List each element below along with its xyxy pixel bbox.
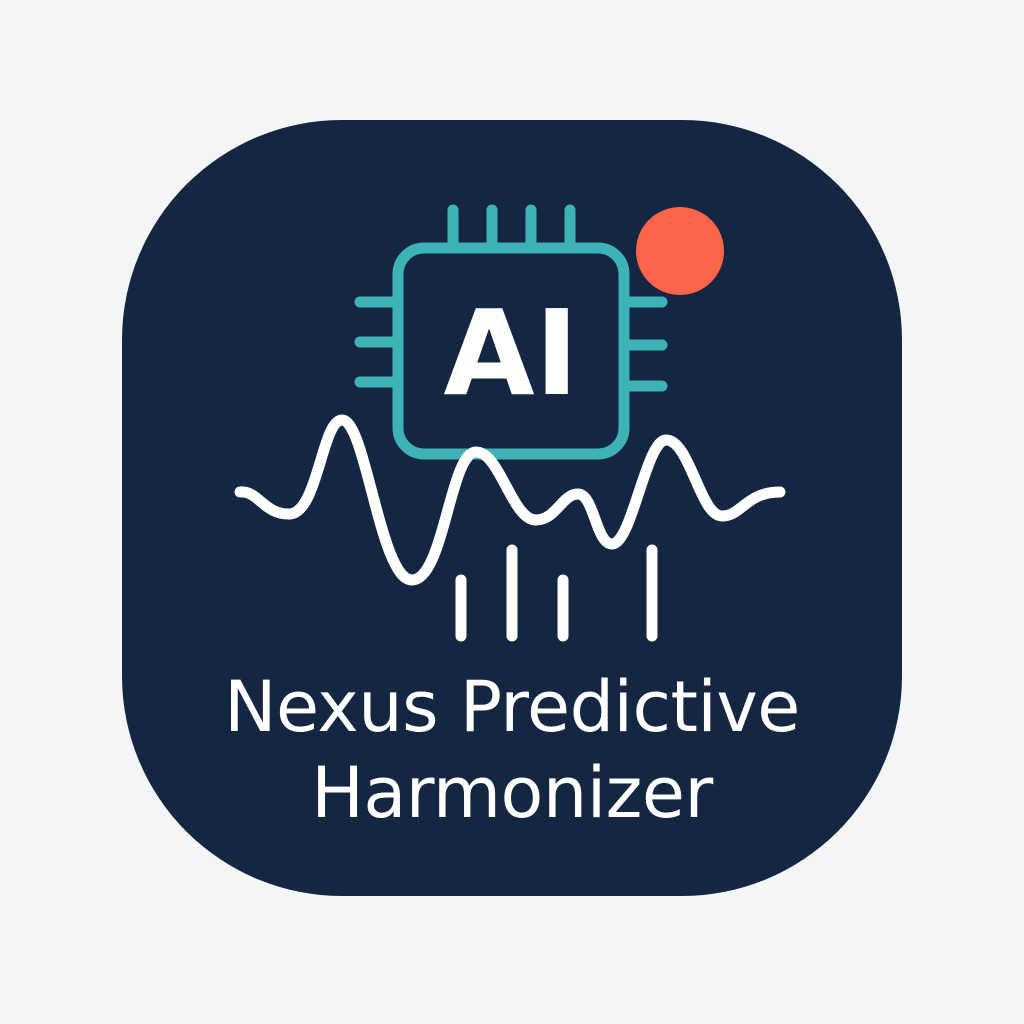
chip-label: AI bbox=[443, 284, 578, 422]
app-icon-artwork: AI bbox=[234, 204, 786, 642]
app-name-line-2: Harmonizer bbox=[311, 752, 713, 834]
page: AI Nexus Predictive Harmonizer bbox=[0, 0, 1024, 1024]
notification-dot-icon bbox=[636, 207, 724, 295]
level-bars-icon bbox=[455, 544, 658, 642]
app-name-line-1: Nexus Predictive bbox=[224, 666, 800, 748]
app-name: Nexus Predictive Harmonizer bbox=[122, 664, 902, 836]
